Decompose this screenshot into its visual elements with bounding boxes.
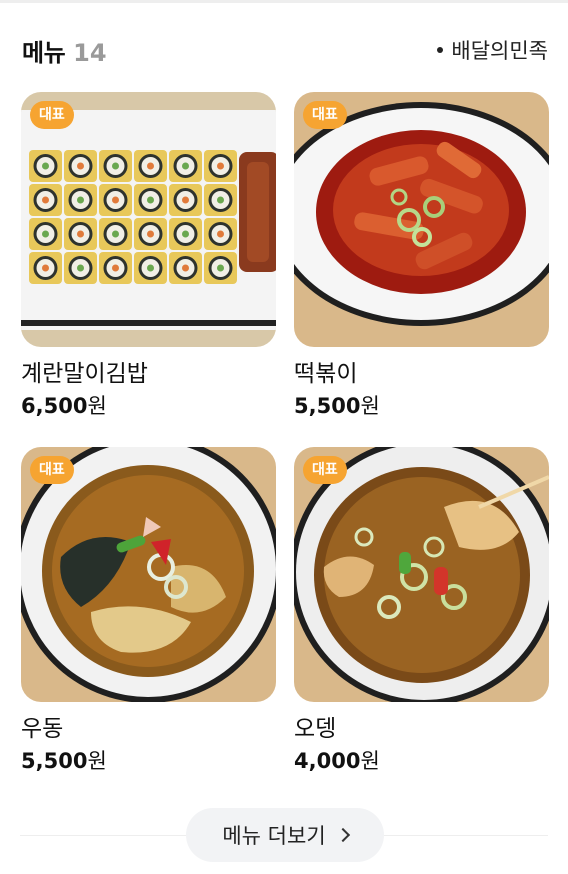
menu-header: 메뉴 14 배달의민족 [22, 32, 548, 68]
provider-name: 배달의민족 [451, 39, 548, 63]
menu-photo-gimbap[interactable]: 대표 [21, 92, 276, 347]
menu-photo-udon[interactable]: 대표 [21, 447, 276, 702]
signature-badge: 대표 [30, 101, 74, 129]
chevron-right-icon [335, 827, 350, 843]
menu-card-tteokbokki[interactable]: 대표 떡볶이 5,500원 [294, 92, 549, 421]
menu-name: 우동 [21, 716, 64, 742]
more-menu-section: 메뉴 더보기 [20, 808, 548, 862]
top-divider [0, 0, 568, 3]
more-menu-label: 메뉴 더보기 [222, 824, 326, 848]
menu-price: 4,000원 [294, 749, 380, 773]
menu-photo-odeng[interactable]: 대표 [294, 447, 549, 702]
menu-price: 6,500원 [21, 394, 107, 418]
bullet-icon [437, 47, 444, 53]
menu-price: 5,500원 [294, 394, 380, 418]
menu-title: 메뉴 [22, 38, 66, 67]
menu-price: 5,500원 [21, 749, 107, 773]
menu-card-udon[interactable]: 대표 우동 5,500원 [21, 447, 276, 776]
menu-card-odeng[interactable]: 대표 오뎅 4,000원 [294, 447, 549, 776]
menu-name: 떡볶이 [294, 361, 358, 387]
menu-count: 14 [73, 38, 107, 67]
menu-card-gimbap[interactable]: 대표 계란말이김밥 6,500원 [21, 92, 276, 421]
signature-badge: 대표 [303, 456, 347, 484]
provider-label[interactable]: 배달의민족 [437, 35, 548, 65]
menu-name: 계란말이김밥 [21, 361, 148, 387]
signature-badge: 대표 [30, 456, 74, 484]
more-menu-button[interactable]: 메뉴 더보기 [186, 808, 384, 862]
menu-photo-tteokbokki[interactable]: 대표 [294, 92, 549, 347]
signature-badge: 대표 [303, 101, 347, 129]
menu-name: 오뎅 [294, 716, 337, 742]
menu-title-group: 메뉴 14 [22, 33, 107, 68]
